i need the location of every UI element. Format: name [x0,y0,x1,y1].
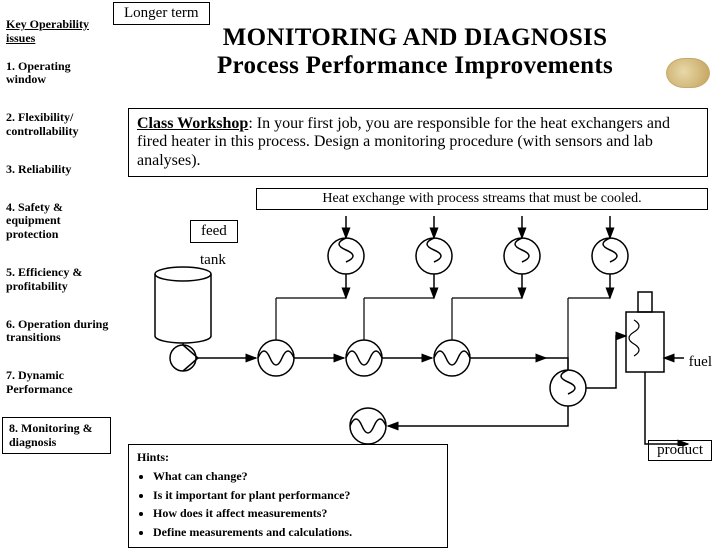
sidebar-heading: Key Operability issues [0,18,115,56]
sidebar-item-6: 6. Operation during transitions [0,314,115,350]
snail-icon [666,58,710,88]
title-line2: Process Performance Improvements [160,52,670,80]
process-diagram: feed tank fuel product [128,186,710,446]
title-line1: MONITORING AND DIAGNOSIS [160,24,670,52]
hints-list: What can change? Is it important for pla… [137,468,439,541]
tank-label: tank [200,252,226,269]
sidebar-item-5: 5. Efficiency & profitability [0,262,115,298]
hint-4: Define measurements and calculations. [153,524,439,541]
longer-term-box: Longer term [113,2,210,25]
hint-1: What can change? [153,468,439,485]
workshop-box: Class Workshop: In your first job, you a… [128,108,708,177]
sidebar-item-1: 1. Operating window [0,56,115,92]
sidebar: Key Operability issues 1. Operating wind… [0,18,115,470]
sidebar-item-4: 4. Safety & equipment protection [0,197,115,246]
hints-title: Hints: [137,449,439,466]
sidebar-item-3: 3. Reliability [0,159,115,181]
product-label: product [648,440,712,461]
hints-box: Hints: What can change? Is it important … [128,444,448,548]
sidebar-item-2: 2. Flexibility/ controllability [0,107,115,143]
hint-3: How does it affect measurements? [153,505,439,522]
feed-label: feed [190,220,238,243]
hint-2: Is it important for plant performance? [153,487,439,504]
sidebar-item-8-selected: 8. Monitoring & diagnosis [2,417,111,455]
title-block: MONITORING AND DIAGNOSIS Process Perform… [160,24,670,80]
sidebar-item-7: 7. Dynamic Performance [0,365,115,401]
fuel-label: fuel [689,354,712,371]
workshop-lead: Class Workshop [137,115,248,132]
